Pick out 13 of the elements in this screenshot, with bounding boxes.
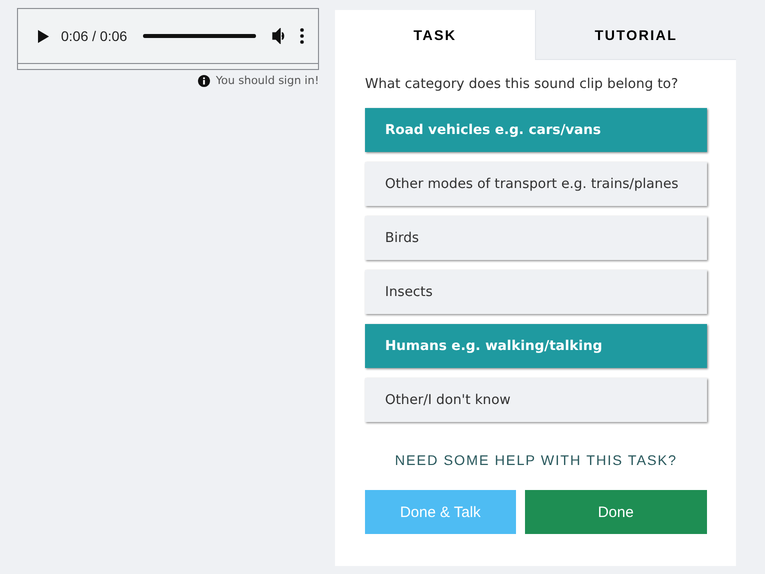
sign-in-notice: You should sign in! [216,74,319,87]
question-text: What category does this sound clip belong to? [365,76,680,92]
answer-option[interactable]: Birds [365,216,707,260]
answer-option[interactable]: Other/I don't know [365,378,707,422]
answer-option[interactable]: Other modes of transport e.g. trains/planes [365,162,707,206]
answer-option[interactable]: Insects [365,270,707,314]
help-link[interactable]: NEED SOME HELP WITH THIS TASK? [394,452,678,468]
tab[interactable]: TUTORIAL [535,10,736,60]
time-display: 0:06 / 0:06 [61,28,128,44]
done-button[interactable]: Done [524,490,707,534]
info-icon [198,74,210,86]
play-icon[interactable] [38,30,49,42]
more-icon[interactable] [300,28,304,44]
